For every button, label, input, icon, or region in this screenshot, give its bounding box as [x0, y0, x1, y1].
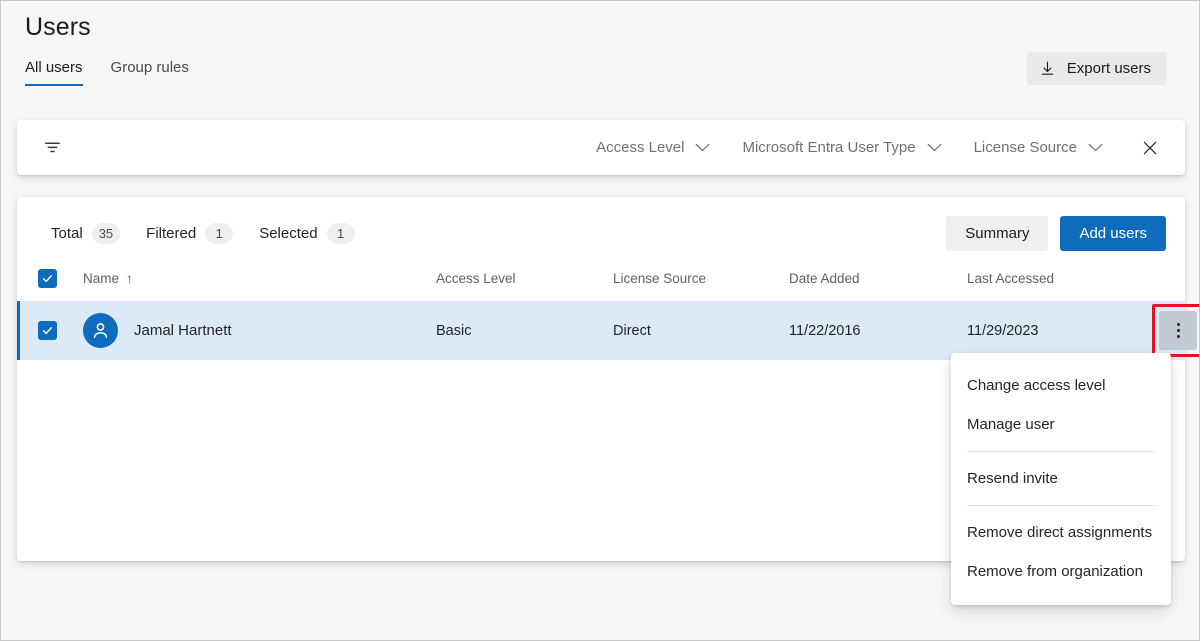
- users-page: Users All users Group rules Export users: [0, 0, 1200, 641]
- sort-ascending-icon: ↑: [126, 271, 133, 286]
- row-context-menu: Change access level Manage user Resend i…: [951, 353, 1171, 605]
- select-all-cell: [38, 269, 83, 288]
- stat-selected-label: Selected: [259, 225, 317, 242]
- filter-access-level-label: Access Level: [596, 139, 684, 156]
- row-user-name[interactable]: Jamal Hartnett: [134, 322, 232, 339]
- column-header-name[interactable]: Name ↑: [83, 271, 436, 286]
- stat-total-count: 35: [92, 223, 120, 244]
- row-actions-cell: [1152, 304, 1200, 357]
- chevron-down-icon: [1088, 139, 1103, 156]
- stat-selected-count: 1: [327, 223, 355, 244]
- page-title: Users: [25, 13, 91, 42]
- menu-item-resend-invite[interactable]: Resend invite: [951, 459, 1171, 498]
- tab-group-rules-label: Group rules: [111, 59, 189, 76]
- filter-dropdown-group: Access Level Microsoft Entra User Type L…: [586, 120, 1185, 175]
- column-header-last-accessed[interactable]: Last Accessed: [967, 271, 1152, 286]
- stats-row: Total 35 Filtered 1 Selected 1 Summary A…: [17, 213, 1185, 253]
- row-select-cell: [38, 321, 83, 340]
- table-actions: Summary Add users: [946, 216, 1166, 251]
- filter-icon[interactable]: [37, 133, 67, 163]
- export-users-label: Export users: [1067, 60, 1151, 77]
- row-checkbox[interactable]: [38, 321, 57, 340]
- menu-item-change-access-level[interactable]: Change access level: [951, 366, 1171, 405]
- close-icon[interactable]: [1135, 133, 1165, 163]
- filter-license-source-label: License Source: [974, 139, 1077, 156]
- download-icon: [1039, 60, 1056, 77]
- menu-item-manage-user[interactable]: Manage user: [951, 405, 1171, 444]
- tab-all-users-label: All users: [25, 59, 83, 76]
- menu-item-remove-from-organization[interactable]: Remove from organization: [951, 552, 1171, 591]
- row-access-level: Basic: [436, 323, 613, 339]
- filter-access-level[interactable]: Access Level: [586, 133, 720, 162]
- row-last-accessed: 11/29/2023: [967, 323, 1152, 339]
- chevron-down-icon: [695, 139, 710, 156]
- column-header-date-added[interactable]: Date Added: [789, 271, 967, 286]
- menu-item-remove-direct-assignments[interactable]: Remove direct assignments: [951, 513, 1171, 552]
- chevron-down-icon: [927, 139, 942, 156]
- row-actions-wrapper: [1152, 304, 1200, 357]
- stat-total: Total 35: [51, 223, 120, 244]
- stat-filtered-count: 1: [205, 223, 233, 244]
- kebab-dots: [1177, 323, 1180, 338]
- filter-license-source[interactable]: License Source: [964, 133, 1113, 162]
- filter-entra-user-type[interactable]: Microsoft Entra User Type: [732, 133, 951, 162]
- row-name-cell: Jamal Hartnett: [83, 313, 436, 348]
- tab-list: All users Group rules: [25, 59, 189, 86]
- filter-bar: Access Level Microsoft Entra User Type L…: [17, 120, 1185, 175]
- export-users-button[interactable]: Export users: [1027, 52, 1167, 85]
- column-header-access-level[interactable]: Access Level: [436, 271, 613, 286]
- add-users-button[interactable]: Add users: [1060, 216, 1166, 251]
- column-header-license-source[interactable]: License Source: [613, 271, 789, 286]
- avatar: [83, 313, 118, 348]
- table-header-row: Name ↑ Access Level License Source Date …: [17, 263, 1185, 294]
- filter-entra-user-type-label: Microsoft Entra User Type: [742, 139, 915, 156]
- menu-divider: [967, 505, 1155, 506]
- menu-divider: [967, 451, 1155, 452]
- table-row[interactable]: Jamal Hartnett Basic Direct 11/22/2016 1…: [17, 301, 1185, 360]
- select-all-checkbox[interactable]: [38, 269, 57, 288]
- stat-filtered: Filtered 1: [146, 223, 233, 244]
- stat-selected: Selected 1: [259, 223, 354, 244]
- stat-filtered-label: Filtered: [146, 225, 196, 242]
- row-date-added: 11/22/2016: [789, 323, 967, 339]
- tab-group-rules[interactable]: Group rules: [111, 59, 189, 86]
- column-header-name-label: Name: [83, 271, 119, 286]
- more-vertical-icon[interactable]: [1159, 311, 1197, 350]
- row-license-source: Direct: [613, 323, 789, 339]
- tab-all-users[interactable]: All users: [25, 59, 83, 86]
- summary-button[interactable]: Summary: [946, 216, 1048, 251]
- stat-total-label: Total: [51, 225, 83, 242]
